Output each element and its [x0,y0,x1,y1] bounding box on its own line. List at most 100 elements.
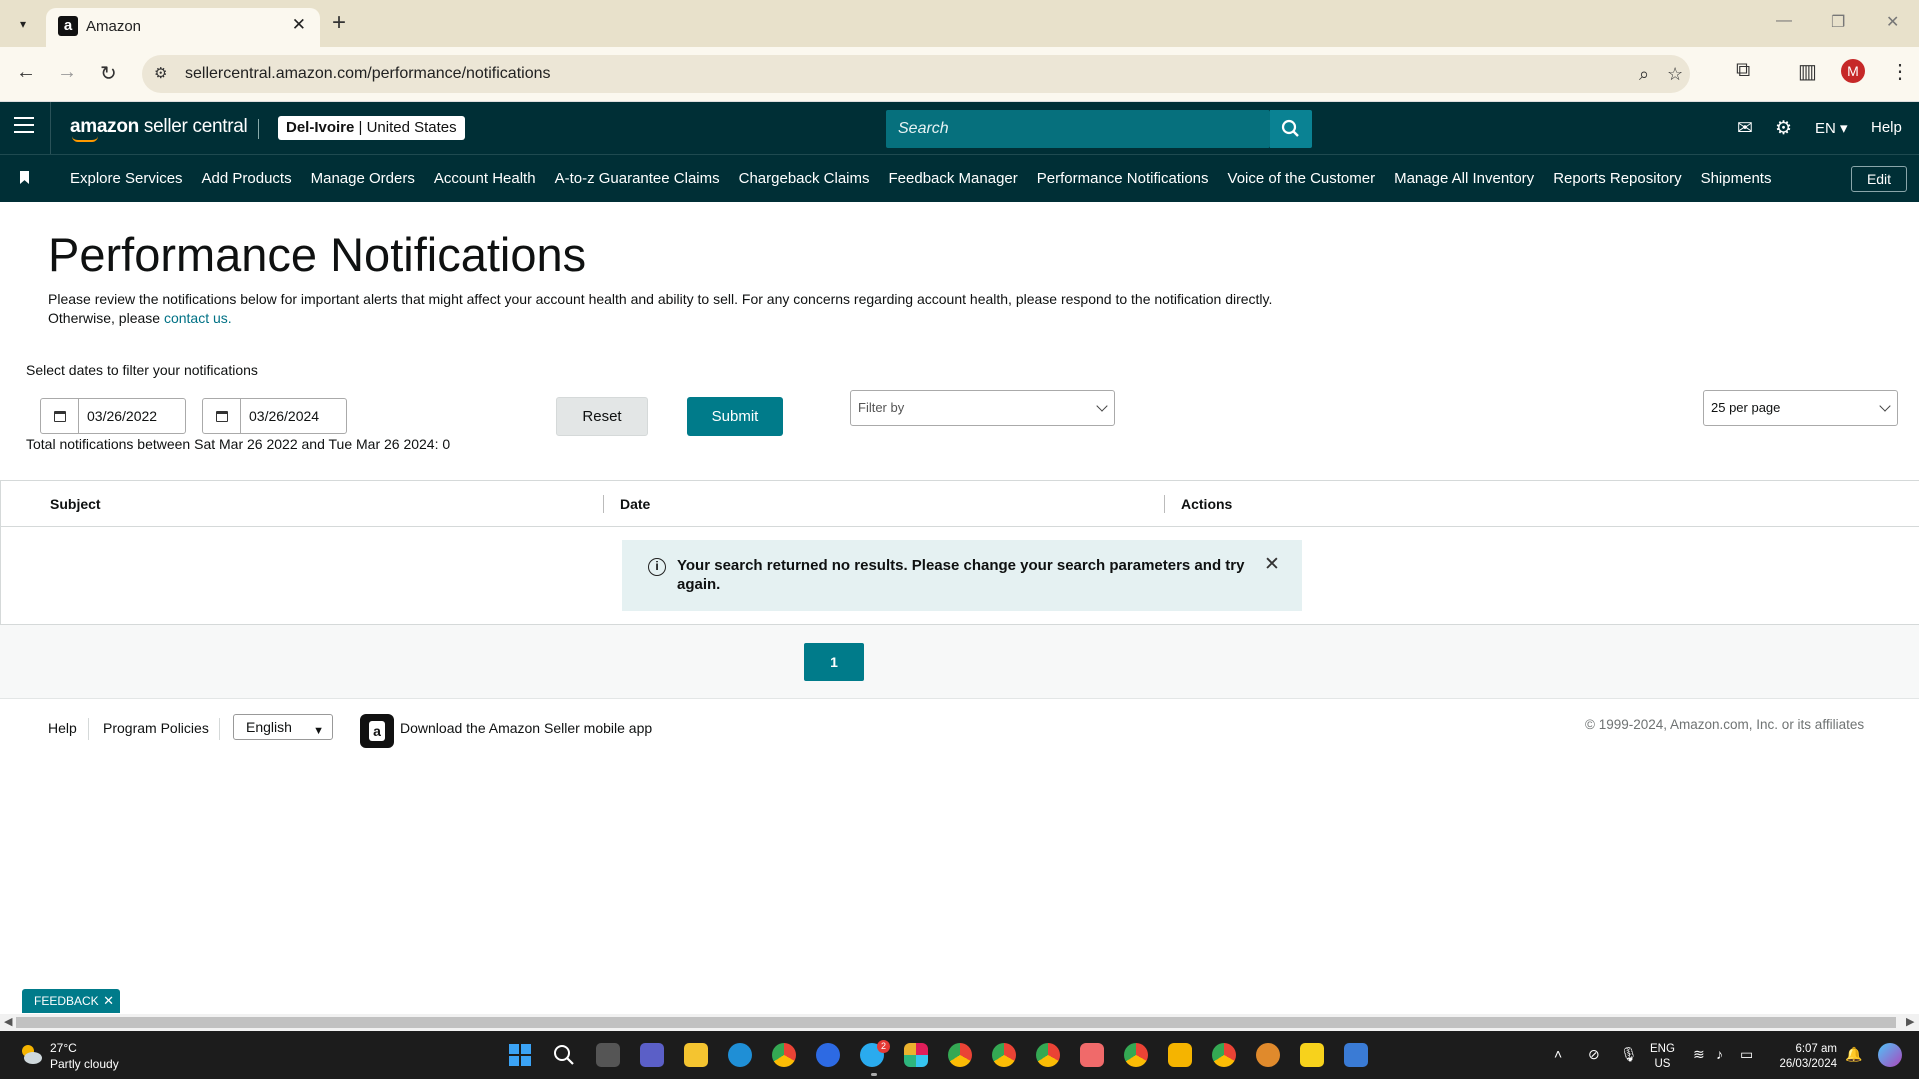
tab-close-icon[interactable]: ✕ [292,15,306,35]
close-icon[interactable]: ✕ [1264,553,1280,576]
calendar-icon[interactable] [41,399,79,433]
seller-central-logo[interactable]: amazon seller central [70,116,248,138]
r-app-icon[interactable] [1168,1043,1192,1067]
nav-item-account-health[interactable]: Account Health [434,170,536,187]
task-view-icon[interactable] [596,1043,620,1067]
minimize-icon[interactable]: — [1776,12,1792,30]
edit-nav-button[interactable]: Edit [1851,166,1907,192]
taskbar-search-icon[interactable] [552,1043,576,1067]
wifi-icon[interactable]: ≋ [1693,1046,1705,1063]
nav-item-shipments[interactable]: Shipments [1701,170,1772,187]
nav-item-manage-inventory[interactable]: Manage All Inventory [1394,170,1534,187]
language-selector[interactable]: EN ▾ [1815,119,1848,137]
app-icon[interactable] [1256,1043,1280,1067]
feedback-button[interactable]: FEEDBACK ✕ [22,989,120,1013]
horizontal-scrollbar[interactable]: ◀ ▶ [0,1014,1919,1031]
hamburger-menu-icon[interactable] [14,117,34,138]
contact-us-link[interactable]: contact us. [164,310,232,326]
tray-overflow-icon[interactable]: ˄ [1554,1046,1562,1062]
start-date-field[interactable]: 03/26/2022 [40,398,186,434]
nav-item-performance-notifications[interactable]: Performance Notifications [1037,170,1209,187]
microphone-icon[interactable]: 🎙 [1620,1046,1638,1063]
network-offline-icon[interactable]: ⊘ [1588,1046,1600,1063]
teams-icon[interactable] [640,1043,664,1067]
footer-help-link[interactable]: Help [48,720,77,736]
tab-search-chevron-icon[interactable]: ▾ [11,12,35,36]
chrome-profile-icon[interactable] [992,1043,1016,1067]
seller-app-icon[interactable]: a [360,714,394,748]
nav-item-add-products[interactable]: Add Products [202,170,292,187]
active-app-indicator [871,1073,877,1076]
chrome-profile-icon[interactable] [948,1043,972,1067]
sticky-notes-icon[interactable] [1300,1043,1324,1067]
filter-by-select[interactable]: Filter by [850,390,1115,426]
nav-item-explore-services[interactable]: Explore Services [70,170,183,187]
per-page-select[interactable]: 25 per page [1703,390,1898,426]
input-language[interactable]: ENG US [1650,1042,1675,1072]
header-divider [50,102,51,154]
end-date-field[interactable]: 03/26/2024 [202,398,347,434]
chrome-profile-icon[interactable] [1212,1043,1236,1067]
site-settings-icon[interactable]: ⚙ [154,64,167,82]
scroll-left-icon[interactable]: ◀ [4,1015,12,1028]
page-button-1[interactable]: 1 [804,643,864,681]
forward-arrow-icon[interactable]: → [57,61,77,84]
program-policies-link[interactable]: Program Policies [103,720,209,736]
chrome-profile-icon[interactable] [1124,1043,1148,1067]
mail-icon[interactable]: ✉ [1737,117,1753,140]
download-app-link[interactable]: Download the Amazon Seller mobile app [400,720,652,736]
nav-item-chargeback-claims[interactable]: Chargeback Claims [739,170,870,187]
window-close-icon[interactable]: ✕ [1886,12,1899,32]
slack-icon[interactable] [904,1043,928,1067]
help-link[interactable]: Help [1871,119,1902,136]
volume-icon[interactable]: ♪ [1716,1046,1723,1062]
nav-item-reports-repository[interactable]: Reports Repository [1553,170,1681,187]
submit-button[interactable]: Submit [687,397,783,436]
footer-language-select[interactable]: English ▼ [233,714,333,740]
extensions-icon[interactable]: ⧉ [1736,59,1750,82]
scrollbar-thumb[interactable] [16,1017,1896,1028]
close-icon[interactable]: ✕ [103,989,114,1013]
nav-item-voice-of-customer[interactable]: Voice of the Customer [1228,170,1376,187]
nav-item-manage-orders[interactable]: Manage Orders [311,170,415,187]
battery-icon[interactable]: ▭ [1740,1046,1753,1063]
search-button[interactable] [1270,110,1312,148]
calendar-icon[interactable] [203,399,241,433]
notification-bell-icon[interactable]: 🔔 [1845,1046,1862,1063]
reload-icon[interactable]: ↻ [100,61,117,86]
asana-icon[interactable] [1080,1043,1104,1067]
side-panel-icon[interactable]: ▥ [1798,59,1817,84]
windows-start-icon[interactable] [508,1043,532,1067]
address-bar[interactable]: ⚙ sellercentral.amazon.com/performance/n… [142,55,1690,93]
weather-temperature[interactable]: 27°C [50,1041,77,1055]
copilot-icon[interactable] [1878,1043,1902,1067]
new-tab-icon[interactable]: + [332,9,346,37]
nav-item-feedback-manager[interactable]: Feedback Manager [889,170,1018,187]
file-explorer-icon[interactable] [684,1043,708,1067]
bookmark-icon[interactable] [20,171,29,184]
profile-avatar[interactable]: M [1841,59,1865,83]
weather-description[interactable]: Partly cloudy [50,1057,119,1071]
chrome-icon[interactable] [772,1043,796,1067]
bookmark-star-icon[interactable]: ☆ [1667,64,1683,85]
nav-item-a-to-z-claims[interactable]: A-to-z Guarantee Claims [555,170,720,187]
back-arrow-icon[interactable]: ← [16,61,36,84]
column-header-date[interactable]: Date [620,496,650,512]
calculator-icon[interactable] [1344,1043,1368,1067]
url-text[interactable]: sellercentral.amazon.com/performance/not… [185,65,551,83]
restore-icon[interactable]: ❐ [1831,12,1845,32]
chrome-profile-icon[interactable] [1036,1043,1060,1067]
partly-cloudy-icon[interactable] [18,1041,44,1067]
column-header-subject[interactable]: Subject [50,496,101,512]
zoom-icon[interactable]: ⌕ [1639,64,1649,85]
edge-icon[interactable] [728,1043,752,1067]
reset-button[interactable]: Reset [556,397,648,436]
scroll-right-icon[interactable]: ▶ [1906,1015,1914,1028]
search-input[interactable] [886,110,1270,148]
browser-tab[interactable]: a Amazon ✕ [46,8,320,47]
system-clock[interactable]: 6:07 am 26/03/2024 [1775,1042,1837,1072]
more-menu-icon[interactable]: ⋮ [1890,59,1910,84]
marketplace-switcher[interactable]: Del-Ivoire | United States [278,116,465,140]
settings-gear-icon[interactable]: ⚙ [1775,117,1792,140]
zoom-app-icon[interactable] [816,1043,840,1067]
